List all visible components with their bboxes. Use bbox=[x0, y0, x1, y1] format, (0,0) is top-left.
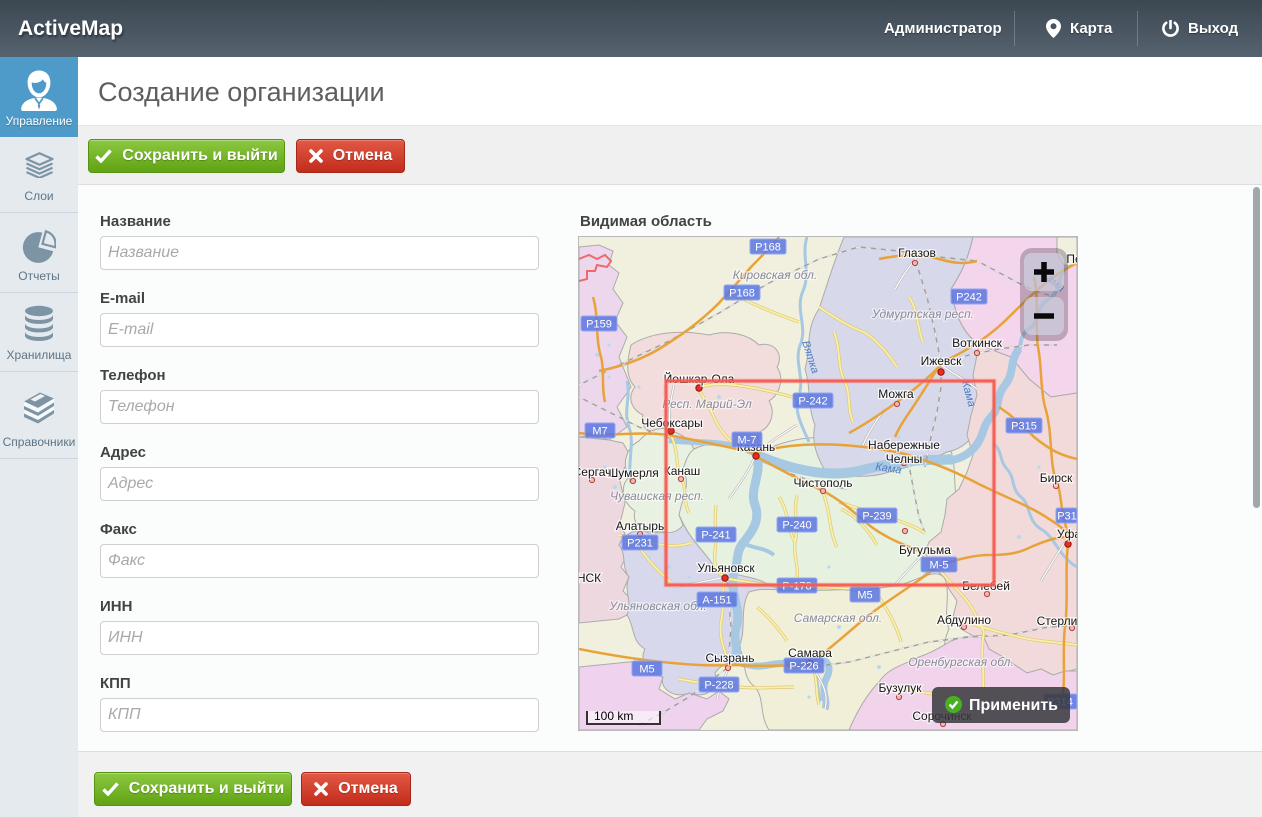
svg-text:Ульяновская обл.: Ульяновская обл. bbox=[608, 599, 706, 613]
svg-text:Сызрань: Сызрань bbox=[705, 651, 754, 665]
svg-text:P-240: P-240 bbox=[782, 520, 811, 532]
svg-text:M7: M7 bbox=[592, 426, 607, 438]
svg-text:Челны: Челны bbox=[886, 452, 923, 466]
svg-text:Ижевск: Ижевск bbox=[921, 354, 963, 368]
svg-text:Оренбургская обл.: Оренбургская обл. bbox=[908, 655, 1014, 669]
svg-text:Канаш: Канаш bbox=[664, 464, 701, 478]
svg-text:Чебоксары: Чебоксары bbox=[641, 416, 702, 430]
svg-text:Сергач: Сергач bbox=[579, 465, 611, 479]
svg-text:P159: P159 bbox=[586, 319, 612, 331]
svg-text:Глазов: Глазов bbox=[898, 246, 936, 260]
svg-text:Уфа: Уфа bbox=[1057, 527, 1077, 541]
svg-text:Бирск: Бирск bbox=[1040, 471, 1073, 485]
svg-text:Респ. Марий-Эл: Респ. Марий-Эл bbox=[662, 397, 752, 411]
svg-text:P168: P168 bbox=[729, 288, 755, 300]
svg-text:Воткинск: Воткинск bbox=[952, 336, 1002, 350]
svg-text:Ульяновск: Ульяновск bbox=[697, 561, 755, 575]
svg-text:Можга: Можга bbox=[878, 387, 914, 401]
svg-text:P242: P242 bbox=[956, 292, 982, 304]
svg-text:Самарская обл.: Самарская обл. bbox=[794, 611, 882, 625]
svg-text:P-228: P-228 bbox=[704, 680, 733, 692]
svg-text:P-241: P-241 bbox=[701, 530, 730, 542]
svg-text:Удмуртская респ.: Удмуртская респ. bbox=[871, 307, 974, 321]
svg-text:Кировская обл.: Кировская обл. bbox=[733, 268, 817, 282]
svg-text:M-7: M-7 bbox=[738, 435, 757, 447]
svg-text:P31: P31 bbox=[1057, 511, 1077, 523]
svg-text:P-226: P-226 bbox=[789, 661, 818, 673]
svg-text:Бузулук: Бузулук bbox=[879, 681, 923, 695]
svg-text:P-239: P-239 bbox=[862, 511, 891, 523]
svg-text:P-242: P-242 bbox=[798, 396, 827, 408]
svg-text:Набережные: Набережные bbox=[868, 438, 940, 452]
svg-text:Шумерля: Шумерля bbox=[607, 466, 659, 480]
svg-text:P168: P168 bbox=[755, 242, 781, 254]
svg-text:P315: P315 bbox=[1011, 421, 1037, 433]
svg-text:M5: M5 bbox=[857, 590, 872, 602]
svg-text:НСК: НСК bbox=[579, 571, 601, 585]
svg-text:Стерлита: Стерлита bbox=[1037, 614, 1077, 628]
svg-text:Абдулино: Абдулино bbox=[937, 613, 991, 627]
svg-text:M-5: M-5 bbox=[930, 560, 949, 572]
svg-text:P231: P231 bbox=[627, 538, 653, 550]
svg-text:Чувашская респ.: Чувашская респ. bbox=[610, 489, 704, 503]
svg-text:Чистополь: Чистополь bbox=[794, 476, 853, 490]
svg-text:Алатырь: Алатырь bbox=[616, 519, 664, 533]
svg-text:M5: M5 bbox=[639, 664, 654, 676]
svg-text:A-151: A-151 bbox=[702, 595, 731, 607]
svg-text:Бугульма: Бугульма bbox=[899, 543, 951, 557]
